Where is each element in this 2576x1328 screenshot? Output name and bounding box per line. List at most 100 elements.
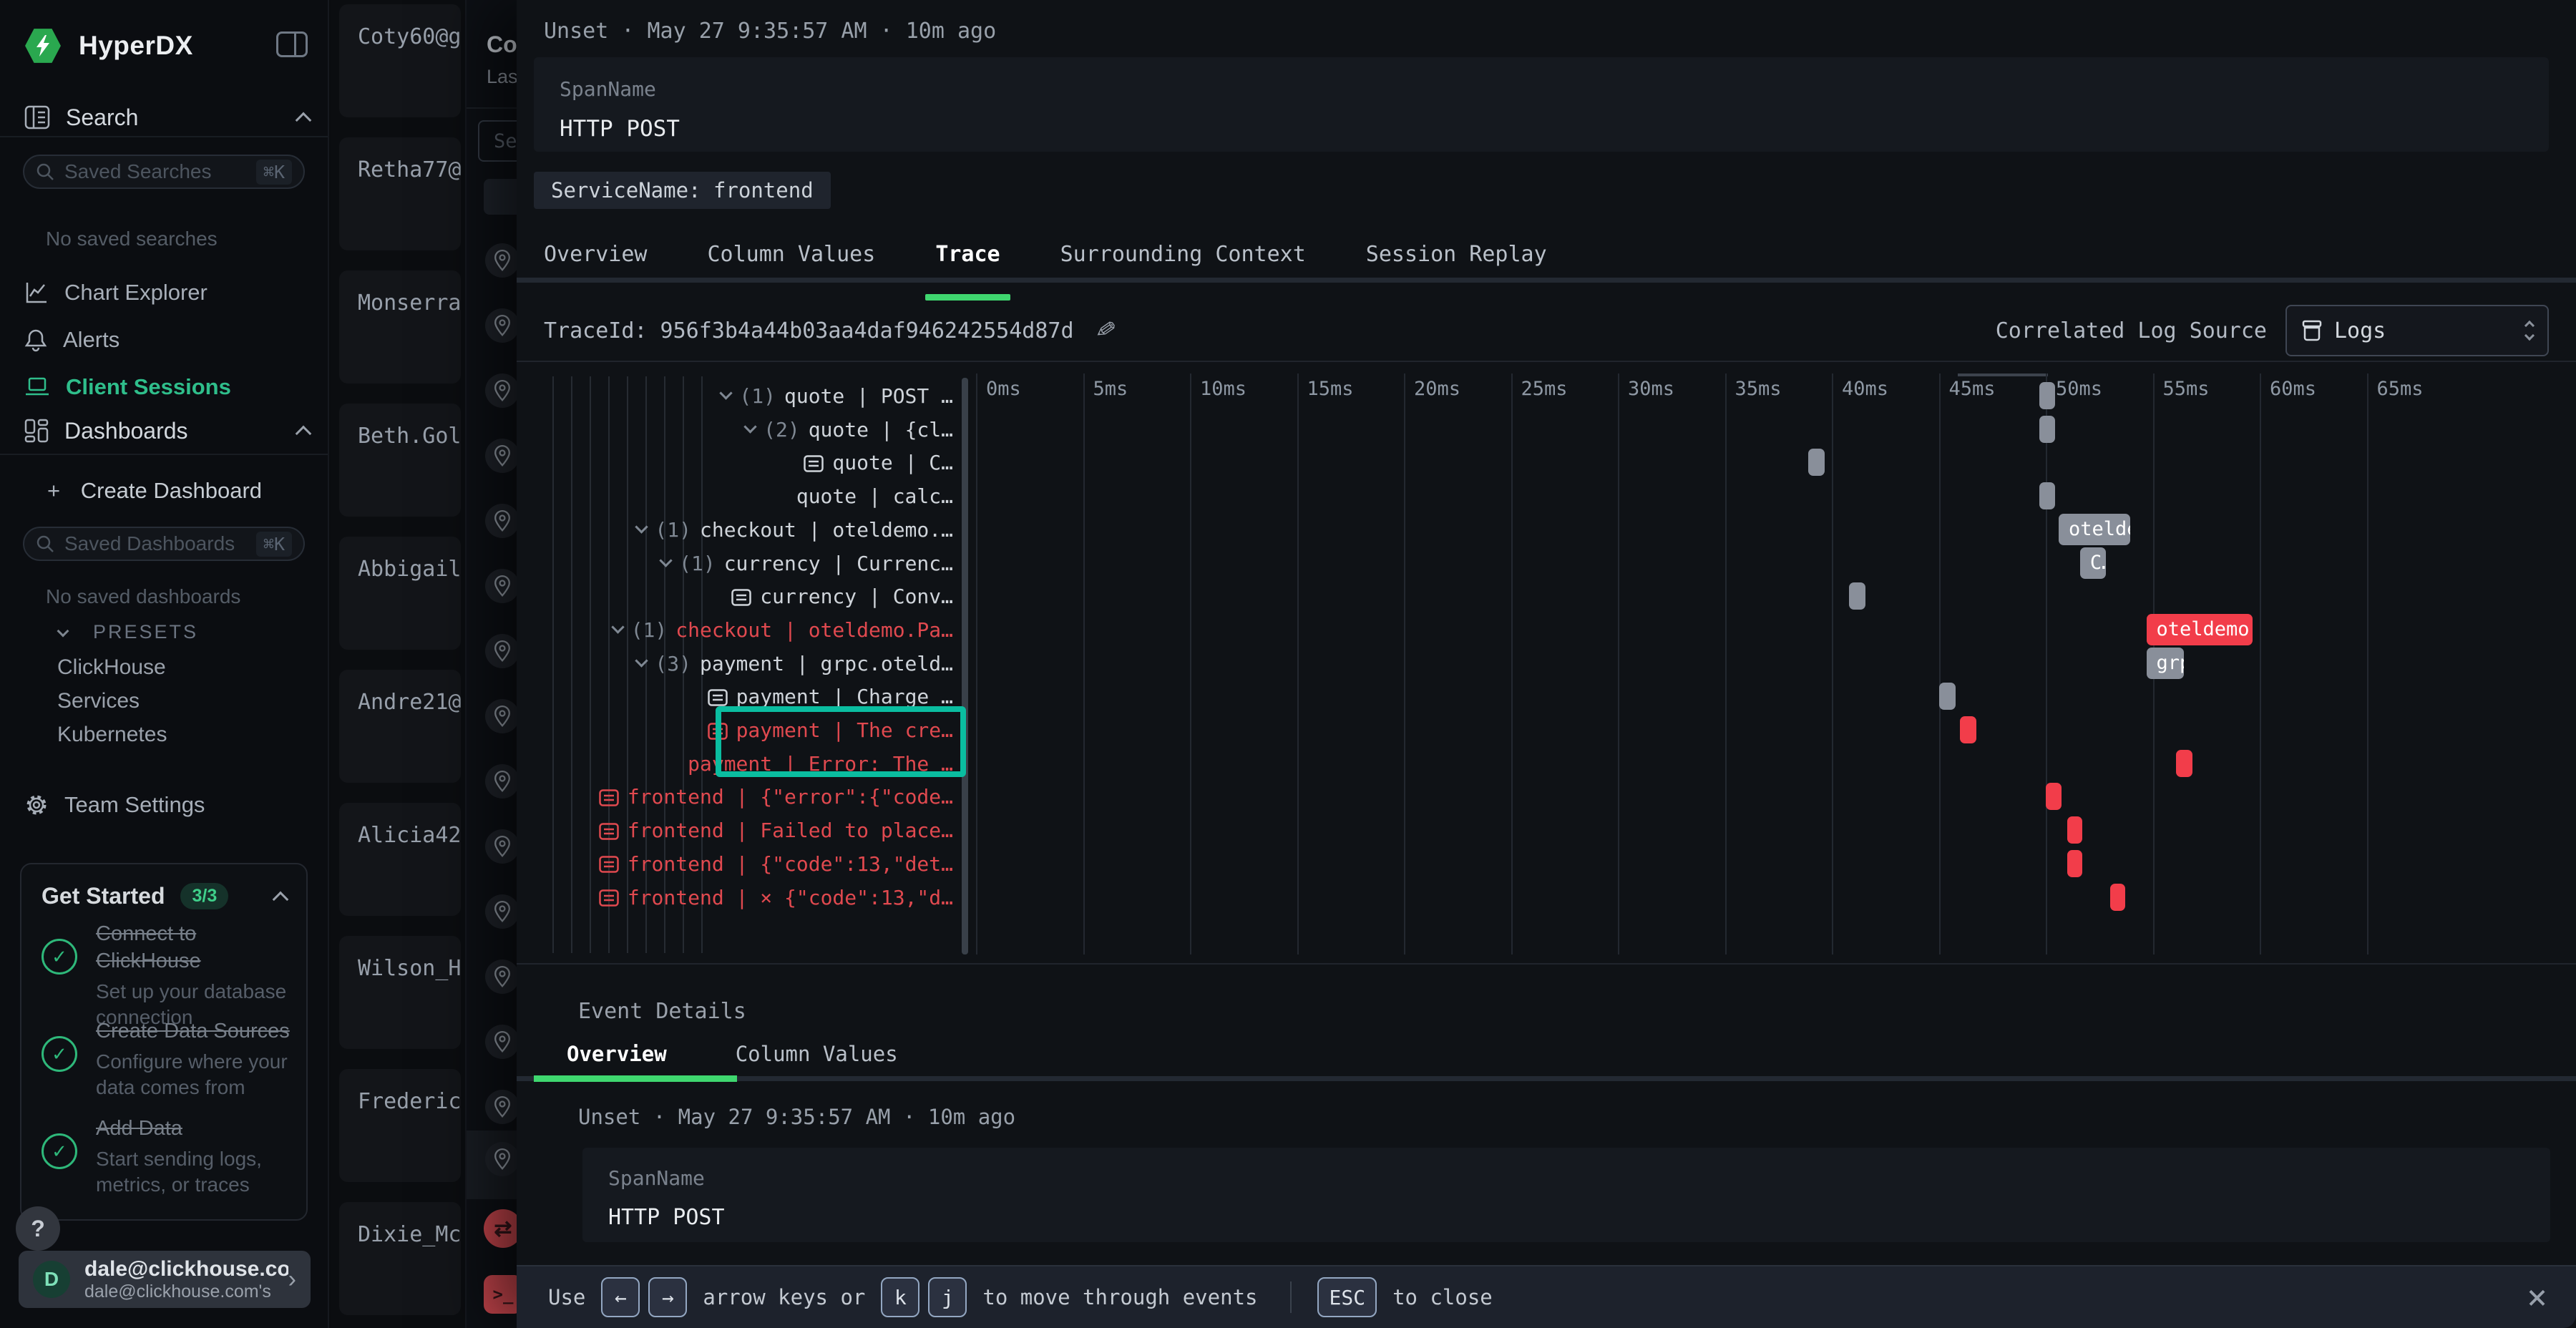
span-duration-bar[interactable]: oteldemo. — [2147, 614, 2253, 645]
location-pin-icon[interactable] — [485, 504, 517, 538]
saved-searches-input[interactable]: Saved Searches ⌘K — [23, 155, 305, 189]
span-duration-bar[interactable]: oteldemo. — [2059, 514, 2130, 545]
tab-surrounding-context[interactable]: Surrounding Context — [1060, 242, 1306, 282]
span-row[interactable]: (1)checkout | oteldemo.… — [517, 513, 963, 547]
user-account-chip[interactable]: D dale@clickhouse.com dale@clickhouse.co… — [19, 1251, 311, 1308]
chevron-down-icon[interactable] — [659, 554, 672, 567]
span-duration-bar[interactable] — [2039, 416, 2055, 443]
span-row[interactable]: (1)checkout | oteldemo.Pa… — [517, 613, 963, 647]
chevron-up-icon[interactable] — [296, 426, 312, 442]
session-card[interactable]: Wilson_H — [339, 936, 461, 1049]
location-pin-icon[interactable] — [485, 634, 517, 668]
span-duration-bar[interactable] — [2067, 816, 2083, 844]
span-row[interactable]: frontend | {"error":{"code… — [517, 780, 963, 814]
session-card[interactable]: Coty60@g — [339, 4, 461, 117]
service-name-tag[interactable]: ServiceName: frontend — [534, 172, 831, 209]
sidebar-item-client-sessions[interactable]: Client Sessions — [24, 369, 309, 405]
span-row[interactable]: quote | calc… — [517, 479, 963, 513]
span-row[interactable]: quote | C… — [517, 446, 963, 479]
close-icon[interactable]: × — [2527, 1277, 2547, 1317]
collapse-sidebar-icon[interactable] — [276, 31, 308, 57]
chevron-down-icon[interactable] — [611, 620, 624, 633]
span-duration-bar[interactable] — [2176, 750, 2192, 777]
sidebar-item-chart-explorer[interactable]: Chart Explorer — [24, 275, 309, 311]
span-row[interactable]: frontend | {"code":13,"det… — [517, 847, 963, 881]
j-key[interactable]: j — [928, 1277, 967, 1317]
chevron-down-icon[interactable] — [635, 654, 648, 667]
span-duration-bar[interactable] — [2039, 382, 2055, 409]
get-started-item[interactable]: ✓Create Data SourcesConfigure where your… — [42, 1017, 292, 1100]
esc-key[interactable]: ESC — [1317, 1277, 1377, 1317]
help-button[interactable]: ? — [16, 1206, 60, 1251]
waterfall-scrollbar[interactable] — [962, 378, 968, 954]
edit-pencil-icon[interactable]: ✎ — [1093, 315, 1118, 346]
session-card[interactable]: Retha77@ — [339, 137, 461, 250]
chevron-down-icon[interactable] — [720, 386, 733, 399]
session-card[interactable]: Monserra — [339, 270, 461, 384]
location-pin-icon[interactable] — [485, 764, 517, 799]
event-details-tab-overview[interactable]: Overview — [567, 1042, 667, 1066]
sidebar-section-dashboards[interactable]: Dashboards — [24, 415, 309, 446]
location-pin-icon[interactable] — [485, 569, 517, 603]
preset-clickhouse[interactable]: ClickHouse — [57, 655, 166, 680]
tab-column-values[interactable]: Column Values — [708, 242, 876, 282]
session-card[interactable]: Dixie_Mc — [339, 1202, 461, 1315]
session-card[interactable]: Andre21@ — [339, 670, 461, 783]
span-duration-bar[interactable] — [2039, 482, 2055, 509]
event-details-tab-column-values[interactable]: Column Values — [736, 1042, 898, 1066]
session-card[interactable]: Abbigail — [339, 537, 461, 650]
tab-trace[interactable]: Trace — [935, 242, 1000, 282]
preset-services[interactable]: Services — [57, 689, 140, 713]
span-row[interactable]: (3)payment | grpc.oteld… — [517, 647, 963, 680]
span-duration-bar[interactable] — [2067, 850, 2083, 877]
location-pin-icon[interactable] — [485, 1025, 517, 1059]
console-error-icon[interactable]: >_ — [484, 1275, 517, 1314]
span-duration-bar[interactable] — [1939, 683, 1956, 710]
location-pin-icon[interactable] — [485, 243, 517, 278]
span-row[interactable]: (2)quote | {cl… — [517, 413, 963, 446]
filter-button[interactable] — [484, 179, 517, 215]
get-started-item[interactable]: ✓Add DataStart sending logs, metrics, or… — [42, 1115, 292, 1198]
chevron-down-icon[interactable] — [635, 520, 648, 533]
location-pin-icon[interactable] — [485, 374, 517, 408]
span-duration-bar[interactable] — [1808, 449, 1824, 476]
span-duration-bar[interactable] — [2110, 884, 2126, 911]
location-pin-icon[interactable] — [485, 829, 517, 864]
k-key[interactable]: k — [881, 1277, 919, 1317]
span-row[interactable]: (1)currency | Currenc… — [517, 547, 963, 580]
span-row[interactable]: frontend | Failed to place… — [517, 814, 963, 847]
sidebar-section-search[interactable]: Search — [24, 102, 309, 133]
team-settings-button[interactable]: Team Settings — [24, 787, 309, 823]
tab-session-replay[interactable]: Session Replay — [1366, 242, 1547, 282]
sidebar-item-alerts[interactable]: Alerts — [24, 322, 309, 358]
session-card[interactable]: Frederic — [339, 1069, 461, 1182]
chevron-down-icon[interactable] — [743, 420, 756, 433]
span-duration-bar[interactable] — [1849, 582, 1865, 610]
create-dashboard-button[interactable]: + Create Dashboard — [47, 478, 262, 504]
session-card[interactable]: Beth.Gol — [339, 404, 461, 517]
log-source-select[interactable]: Logs — [2285, 305, 2549, 356]
location-pin-icon[interactable] — [485, 308, 517, 343]
navigation-event-icon[interactable]: ⇄ — [484, 1209, 517, 1248]
preset-kubernetes[interactable]: Kubernetes — [57, 723, 167, 747]
events-search-input[interactable]: Search... — [478, 120, 517, 162]
span-duration-bar[interactable]: grp — [2147, 648, 2184, 679]
get-started-item[interactable]: ✓Connect to ClickHouseSet up your databa… — [42, 920, 292, 1030]
location-pin-icon[interactable] — [485, 1090, 517, 1124]
span-row[interactable]: currency | Conv… — [517, 580, 963, 613]
right-arrow-key[interactable]: → — [648, 1277, 687, 1317]
chevron-up-icon[interactable] — [273, 891, 289, 907]
location-pin-icon[interactable] — [485, 699, 517, 733]
location-pin-icon[interactable] — [485, 439, 517, 473]
left-arrow-key[interactable]: ← — [601, 1277, 640, 1317]
session-card[interactable]: Alicia42 — [339, 803, 461, 916]
span-duration-bar[interactable]: C… — [2080, 547, 2106, 579]
saved-dashboards-input[interactable]: Saved Dashboards ⌘K — [23, 527, 305, 561]
span-duration-bar[interactable] — [2046, 783, 2062, 810]
chevron-up-icon[interactable] — [296, 112, 312, 129]
span-row[interactable]: (1)quote | POST … — [517, 379, 963, 413]
location-pin-icon[interactable] — [485, 960, 517, 994]
tab-overview[interactable]: Overview — [544, 242, 648, 282]
span-row[interactable]: frontend | × {"code":13,"d… — [517, 881, 963, 914]
location-pin-icon[interactable] — [485, 1142, 517, 1176]
